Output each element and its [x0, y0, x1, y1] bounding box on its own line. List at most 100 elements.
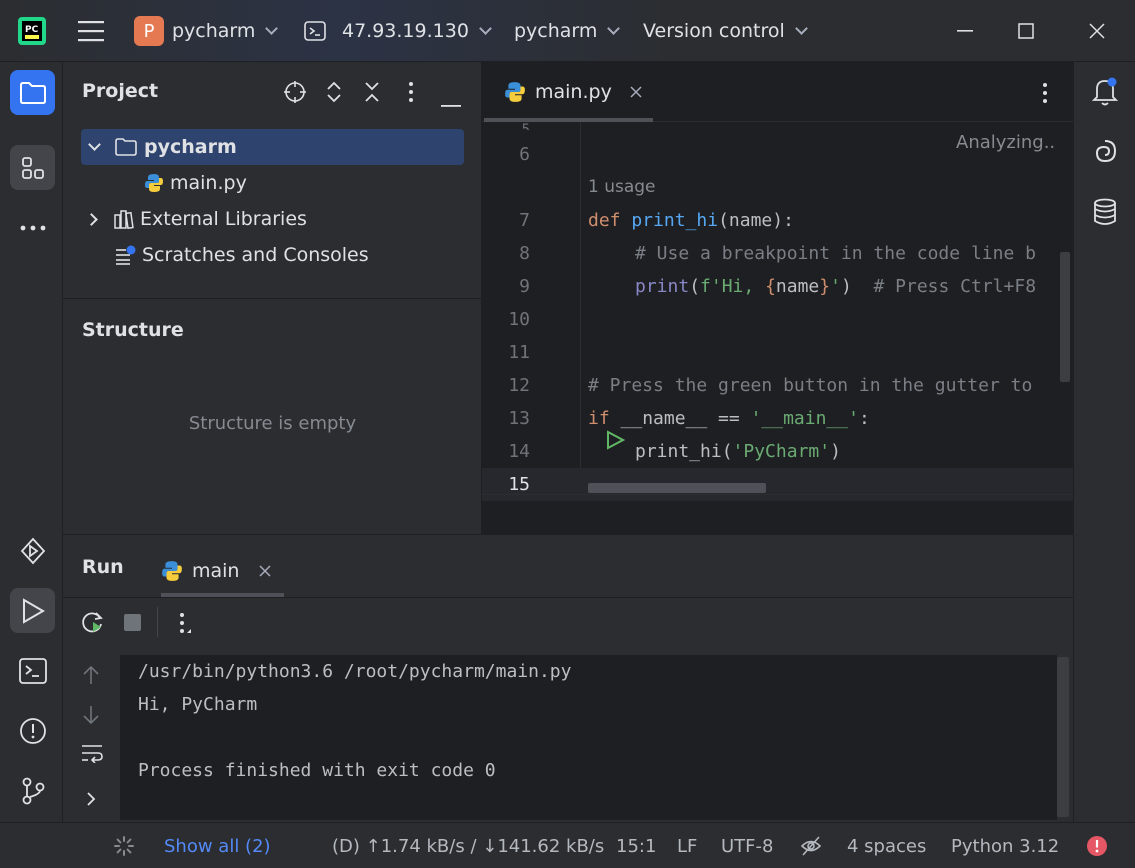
tree-item-main-py[interactable]: main.py — [144, 165, 247, 201]
code-line-13[interactable]: 13 if __name__ == '__main__': — [482, 402, 1073, 450]
down-arrow-icon[interactable] — [82, 705, 100, 730]
up-arrow-icon[interactable] — [82, 665, 100, 690]
close-tab-icon[interactable] — [259, 565, 272, 577]
code-line-11[interactable]: 11 — [482, 336, 1073, 369]
toolbar-separator — [157, 607, 158, 637]
problems-icon[interactable] — [10, 708, 55, 753]
database-icon[interactable] — [1093, 198, 1117, 231]
right-tool-strip — [1073, 62, 1135, 822]
code-token: ) — [830, 441, 841, 462]
chevron-right-icon[interactable] — [85, 212, 98, 226]
line-number: 15 — [508, 474, 530, 495]
console-line: /usr/bin/python3.6 /root/pycharm/main.py — [138, 661, 572, 682]
structure-pane-title: Structure — [82, 319, 184, 341]
show-all-link[interactable]: Show all (2) — [164, 823, 271, 868]
python-file-icon — [144, 173, 164, 193]
line-number: 8 — [519, 243, 530, 264]
chevron-down-icon[interactable] — [88, 138, 101, 151]
branch-selector[interactable]: pycharm — [514, 0, 621, 62]
code-token: # Press the green button in the gutter t… — [588, 375, 1033, 396]
tab-main-py[interactable]: main.py — [482, 62, 653, 122]
terminal-icon[interactable] — [10, 648, 55, 693]
tree-item-label: main.py — [170, 172, 247, 194]
code-line-7[interactable]: 7 def print_hi(name): — [482, 204, 1073, 237]
editor[interactable]: main.py Analyzing.. 5 6 1 usage 7 def pr… — [482, 62, 1073, 534]
soft-wrap-icon[interactable] — [81, 743, 103, 768]
hide-icon[interactable] — [441, 91, 461, 112]
collapse-all-icon[interactable] — [363, 80, 381, 109]
usage-hint[interactable]: 1 usage — [588, 177, 656, 197]
line-number: 12 — [508, 375, 530, 396]
python-interpreter[interactable]: Python 3.12 — [951, 823, 1059, 868]
left-tool-strip — [0, 62, 63, 822]
close-tab-icon[interactable] — [630, 86, 642, 98]
code-token: ) — [840, 276, 852, 297]
line-separator[interactable]: LF — [677, 823, 697, 868]
stop-icon[interactable] — [124, 614, 141, 631]
tree-item-label: External Libraries — [140, 208, 307, 230]
tree-item-external-libraries[interactable]: External Libraries — [81, 201, 307, 237]
indent-setting[interactable]: 4 spaces — [847, 823, 926, 868]
no-inspections-icon[interactable] — [800, 823, 822, 868]
console-scrollbar[interactable] — [1057, 657, 1069, 817]
vertical-scrollbar[interactable] — [1060, 252, 1070, 382]
hamburger-menu-icon[interactable] — [78, 0, 104, 62]
remote-host-selector[interactable]: 47.93.19.130 — [304, 0, 492, 62]
code-line-6[interactable]: 6 — [482, 138, 1073, 171]
run-icon[interactable] — [10, 588, 55, 633]
code-token: name — [775, 276, 820, 297]
expand-icon[interactable] — [85, 791, 97, 812]
network-speed: (D) ↑1.74 kB/s / ↓141.62 kB/s — [332, 835, 605, 857]
maximize-icon[interactable] — [1006, 0, 1046, 62]
chevron-down-icon — [794, 21, 808, 35]
structure-empty-text: Structure is empty — [188, 413, 357, 434]
horizontal-scrollbar[interactable] — [588, 483, 766, 493]
progress-icon — [113, 823, 135, 868]
structure-icon[interactable] — [10, 145, 55, 190]
run-console[interactable]: /usr/bin/python3.6 /root/pycharm/main.py… — [120, 655, 1057, 820]
project-badge: P — [134, 16, 164, 46]
more-icon[interactable] — [10, 205, 55, 250]
console-line: Process finished with exit code 0 — [138, 760, 496, 781]
more-actions-icon[interactable] — [179, 612, 191, 639]
remote-host-label: 47.93.19.130 — [342, 20, 469, 42]
project-name: pycharm — [172, 20, 256, 42]
line-number: 9 — [519, 276, 530, 297]
file-encoding[interactable]: UTF-8 — [721, 823, 773, 868]
editor-options-icon[interactable] — [1042, 82, 1048, 109]
error-icon[interactable] — [1086, 823, 1108, 868]
project-pane-title: Project — [82, 80, 159, 102]
code-line-12[interactable]: 12 # Press the green button in the gutte… — [482, 369, 1073, 402]
line-number: 10 — [508, 309, 530, 330]
ai-assistant-icon[interactable] — [1092, 138, 1118, 169]
locate-icon[interactable] — [283, 80, 307, 109]
code-token: { — [765, 276, 776, 297]
code-token: if — [588, 408, 610, 429]
tree-item-label: Scratches and Consoles — [142, 244, 369, 266]
vcs-selector[interactable]: Version control — [643, 0, 808, 62]
options-icon[interactable] — [408, 81, 414, 108]
code-line-14[interactable]: 14 print_hi('PyCharm') — [482, 435, 1073, 468]
cursor-position[interactable]: 15:1 — [616, 823, 656, 868]
code-line-8[interactable]: 8 # Use a breakpoint in the code line b — [482, 237, 1073, 270]
tree-item-pycharm[interactable]: pycharm — [81, 129, 237, 165]
close-icon[interactable] — [1077, 0, 1117, 62]
rerun-icon[interactable] — [81, 610, 105, 639]
code-token: ' — [830, 276, 841, 297]
services-icon[interactable] — [10, 528, 55, 573]
run-tab-main[interactable]: main — [161, 547, 272, 595]
line-number: 14 — [508, 441, 530, 462]
git-icon[interactable] — [10, 768, 55, 813]
svg-text:PC: PC — [25, 25, 39, 35]
minimize-icon[interactable] — [945, 0, 985, 62]
expand-collapse-icon[interactable] — [325, 80, 343, 109]
code-line-9[interactable]: 9 print(f'Hi, {name}') # Press Ctrl+F8 — [482, 270, 1073, 303]
notifications-icon[interactable] — [1091, 76, 1119, 111]
code-line-10[interactable]: 10 — [482, 303, 1073, 336]
code-line-15[interactable]: 15 — [482, 468, 1073, 501]
tree-item-scratches[interactable]: Scratches and Consoles — [115, 237, 369, 273]
chevron-down-icon — [607, 21, 621, 35]
line-number: 11 — [508, 342, 530, 363]
folder-icon[interactable] — [10, 70, 55, 115]
project-selector[interactable]: P pycharm — [134, 0, 279, 62]
